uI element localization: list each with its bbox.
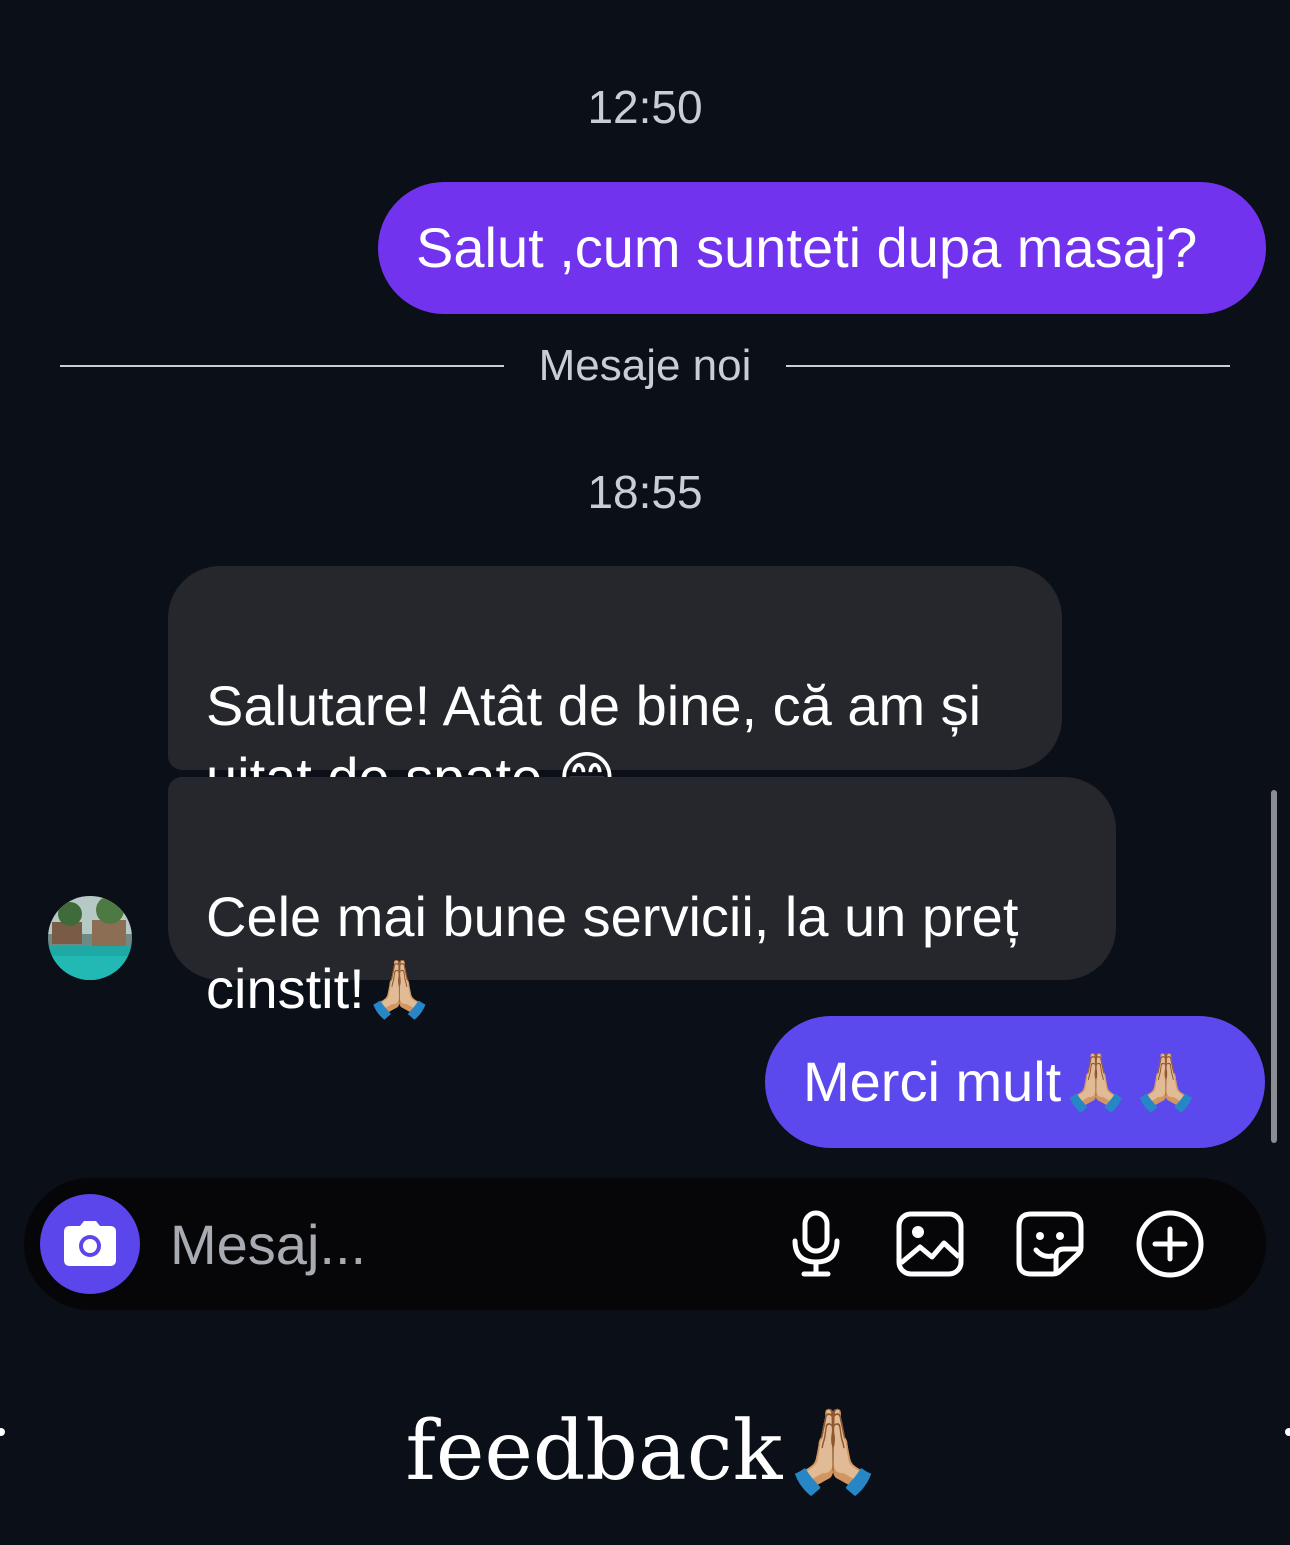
message-composer: [24, 1178, 1266, 1310]
scrollbar[interactable]: [1271, 790, 1277, 1143]
timestamp: 18:55: [587, 466, 703, 518]
message-text: Cele mai bune servicii, la un preț cinst…: [206, 885, 1019, 1020]
sent-message-bubble[interactable]: Salut ,cum sunteti dupa masaj?: [378, 182, 1266, 314]
caption-text: feedback🙏🏼: [405, 1404, 885, 1499]
camera-button[interactable]: [40, 1194, 140, 1294]
divider-line: [786, 365, 1230, 367]
plus-circle-icon: [1136, 1210, 1204, 1278]
received-message-bubble[interactable]: Cele mai bune servicii, la un preț cinst…: [168, 777, 1116, 1020]
received-message-bubble[interactable]: Salutare! Atât de bine, că am și uitat d…: [168, 566, 1062, 809]
microphone-button[interactable]: [780, 1208, 852, 1280]
divider-line: [60, 365, 504, 367]
sticker-icon: [1016, 1211, 1084, 1277]
more-button[interactable]: [1134, 1208, 1206, 1280]
avatar[interactable]: [48, 896, 132, 980]
message-text: Salut ,cum sunteti dupa masaj?: [416, 216, 1198, 279]
timestamp: 12:50: [587, 81, 703, 133]
new-messages-divider: Mesaje noi: [60, 336, 1230, 396]
message-text: Merci mult🙏🏼🙏🏼: [803, 1050, 1201, 1113]
avatar-image: [48, 896, 132, 980]
message-input[interactable]: [170, 1208, 730, 1280]
new-messages-label: Mesaje noi: [538, 341, 752, 390]
camera-icon: [64, 1221, 116, 1266]
microphone-icon: [792, 1210, 840, 1277]
gallery-icon: [896, 1211, 964, 1277]
sticker-button[interactable]: [1014, 1208, 1086, 1280]
gallery-button[interactable]: [894, 1208, 966, 1280]
sent-message-bubble[interactable]: Merci mult🙏🏼🙏🏼: [765, 1016, 1265, 1148]
